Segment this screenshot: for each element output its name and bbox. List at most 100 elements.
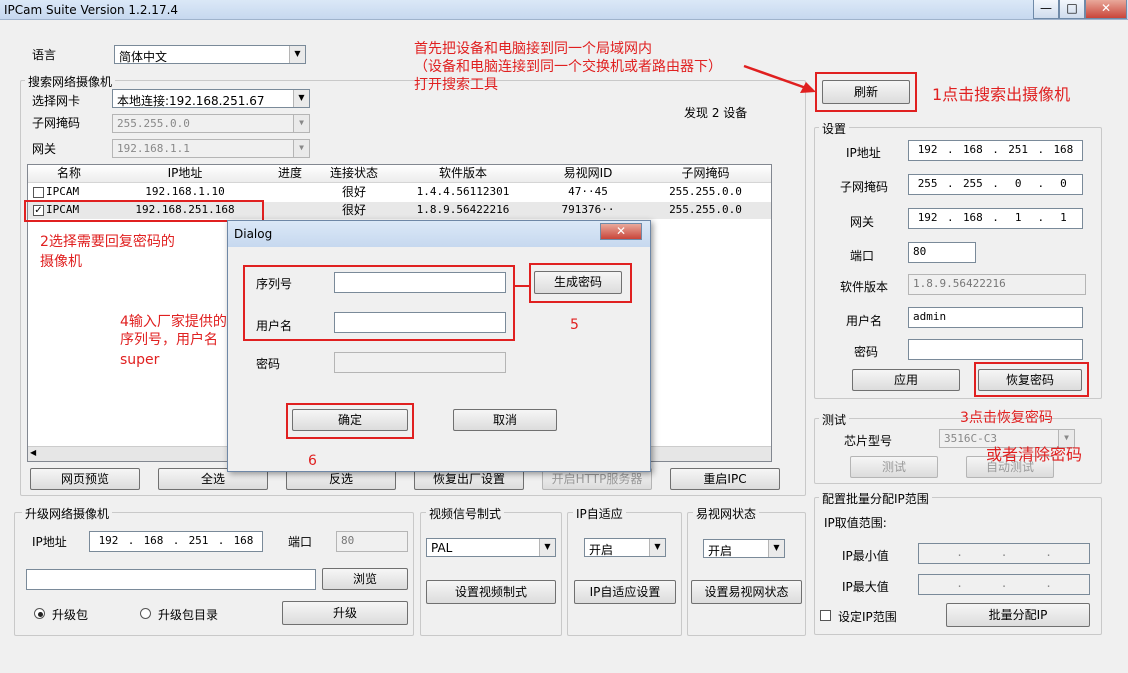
close-icon: ✕ [615, 224, 627, 238]
settings-mask-input[interactable]: 255. 255. 0. 0 [908, 174, 1083, 195]
row-status: 很好 [341, 185, 366, 199]
settings-port-label: 端口 [850, 249, 875, 263]
video-standard-select[interactable]: PAL ▼ [426, 538, 556, 557]
column-header-yid[interactable]: 易视网ID [538, 165, 639, 183]
set-yishi-status-button[interactable]: 设置易视网状态 [691, 580, 802, 604]
search-mask-label: 子网掩码 [32, 116, 81, 130]
mask-octet: 255 [917, 177, 938, 190]
upgrade-ip-input[interactable]: 192. 168. 251. 168 [89, 531, 263, 552]
ok-highlight-box [286, 403, 414, 439]
dialog-pass-input [334, 352, 506, 373]
ip-octet: 168 [1053, 143, 1074, 156]
ip-adapt-group [567, 512, 682, 636]
ip-adapt-settings-button[interactable]: IP自适应设置 [574, 580, 676, 604]
settings-pass-label: 密码 [854, 345, 879, 359]
apply-button[interactable]: 应用 [852, 369, 960, 391]
dialog-title-bar: Dialog ✕ [228, 221, 650, 247]
column-header-version[interactable]: 软件版本 [388, 165, 539, 183]
ip-max-input[interactable]: ... [918, 574, 1090, 595]
test-group-label: 测试 [819, 411, 850, 428]
nic-select[interactable]: 本地连接:192.168.251.67 ▼ [112, 89, 310, 108]
yishi-group-label: 易视网状态 [693, 505, 760, 522]
gateway-octet: 1 [1014, 211, 1022, 224]
chevron-down-icon: ▼ [768, 540, 784, 557]
video-group [420, 512, 562, 636]
yishi-status-select[interactable]: 开启 ▼ [703, 539, 785, 558]
ip-octet: 192 [98, 534, 119, 547]
ip-max-label: IP最大值 [842, 580, 889, 594]
settings-user-input[interactable]: admin [908, 307, 1083, 328]
chevron-down-icon: ▼ [293, 90, 309, 107]
search-mask-value: 255.255.0.0 [117, 117, 190, 130]
ip-min-input[interactable]: ... [918, 543, 1090, 564]
annotation-step-4a: 4输入厂家提供的 [120, 314, 227, 330]
column-header-name[interactable]: 名称 [28, 165, 111, 183]
dialog-cancel-button[interactable]: 取消 [453, 409, 557, 431]
ip-adapt-select[interactable]: 开启 ▼ [584, 538, 666, 557]
chevron-down-icon: ▼ [293, 140, 309, 157]
minimize-button[interactable]: — [1033, 0, 1059, 19]
annotation-intro-3: 打开搜索工具 [414, 77, 498, 93]
language-select[interactable]: 简体中文 ▼ [114, 45, 306, 64]
row-progress [260, 202, 320, 218]
maximize-button[interactable]: □ [1059, 0, 1085, 19]
column-header-ip[interactable]: IP地址 [110, 165, 261, 183]
annotation-step-6: 6 [308, 453, 317, 469]
set-range-checkbox[interactable] [820, 610, 831, 621]
settings-pass-input[interactable] [908, 339, 1083, 360]
settings-gateway-input[interactable]: 192. 168. 1. 1 [908, 208, 1083, 229]
set-range-label: 设定IP范围 [838, 610, 897, 624]
set-video-standard-button[interactable]: 设置视频制式 [426, 580, 556, 604]
web-preview-button[interactable]: 网页预览 [30, 468, 140, 490]
column-header-status[interactable]: 连接状态 [320, 165, 389, 183]
close-icon: ✕ [1100, 1, 1112, 15]
range-label: IP取值范围: [824, 516, 887, 530]
row-checkbox[interactable] [33, 187, 44, 198]
upgrade-button[interactable]: 升级 [282, 601, 408, 625]
ip-octet: 168 [962, 143, 983, 156]
annotation-step-4b: 序列号，用户名 [120, 332, 218, 348]
table-row[interactable]: IPCAM 192.168.1.10 很好 1.4.4.56112301 47·… [28, 184, 771, 201]
maximize-icon: □ [1066, 1, 1078, 15]
close-button[interactable]: ✕ [1085, 0, 1127, 19]
row-version: 1.8.9.56422216 [416, 203, 510, 216]
ip-octet: 192 [917, 143, 938, 156]
dialog-close-button[interactable]: ✕ [600, 223, 642, 240]
column-header-mask[interactable]: 子网掩码 [638, 165, 771, 183]
upgrade-file-input[interactable] [26, 569, 316, 590]
reboot-ipc-button[interactable]: 重启IPC [670, 468, 780, 490]
settings-gateway-label: 网关 [850, 215, 875, 229]
chevron-down-icon: ▼ [649, 539, 665, 556]
chevron-down-icon: ▼ [539, 539, 555, 556]
annotation-step-3b: 或者清除密码 [986, 445, 1083, 464]
title-bar: IPCam Suite Version 1.2.17.4 [0, 0, 1128, 20]
radio-upgrade-package-label: 升级包 [52, 608, 89, 622]
scroll-left-icon[interactable]: ◀ [30, 448, 36, 457]
browse-button[interactable]: 浏览 [322, 568, 408, 590]
test-button[interactable]: 测试 [850, 456, 938, 478]
radio-upgrade-directory-label: 升级包目录 [158, 608, 219, 622]
nic-label: 选择网卡 [32, 94, 81, 108]
annotation-step-4c: super [120, 352, 160, 368]
nic-value: 本地连接:192.168.251.67 [117, 94, 265, 108]
batch-assign-button[interactable]: 批量分配IP [946, 603, 1090, 627]
column-header-progress[interactable]: 进度 [260, 165, 321, 183]
settings-ip-input[interactable]: 192. 168. 251. 168 [908, 140, 1083, 161]
radio-upgrade-directory[interactable] [140, 608, 151, 619]
video-group-label: 视频信号制式 [426, 505, 505, 522]
settings-user-label: 用户名 [846, 314, 883, 328]
annotation-step-2a: 2选择需要回复密码的 [40, 234, 175, 250]
annotation-step-1: 1点击搜索出摄像机 [932, 85, 1071, 104]
annotation-connector [515, 285, 531, 287]
chip-value: 3516C-C3 [944, 432, 997, 445]
ip-adapt-value: 开启 [589, 543, 614, 557]
language-value: 简体中文 [119, 50, 168, 64]
settings-version-label: 软件版本 [840, 280, 889, 294]
search-mask-select: 255.255.0.0 ▼ [112, 114, 310, 133]
annotation-step-2b: 摄像机 [40, 254, 82, 270]
mask-octet: 255 [962, 177, 983, 190]
row-mask: 255.255.0.0 [669, 203, 742, 216]
settings-port-input[interactable]: 80 [908, 242, 976, 263]
ip-octet: 251 [188, 534, 209, 547]
radio-upgrade-package[interactable] [34, 608, 45, 619]
